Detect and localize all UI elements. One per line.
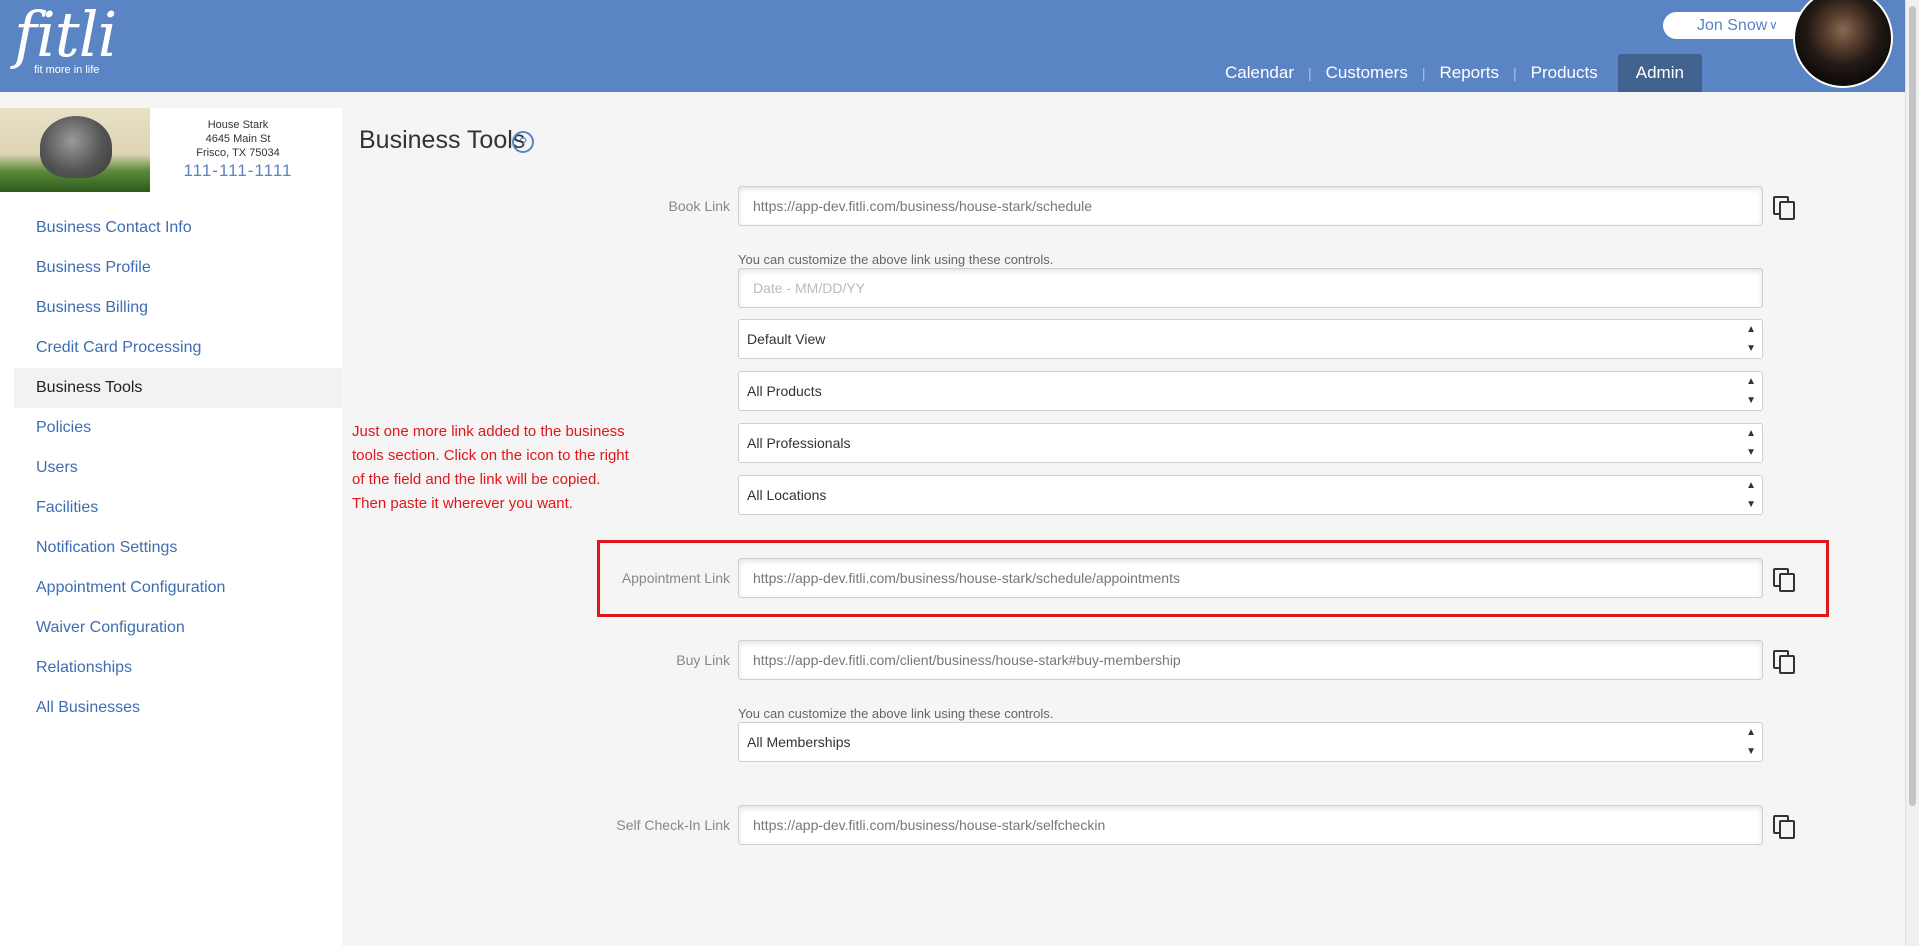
select-arrows-icon: ▲ ▼ — [1746, 480, 1756, 510]
book-link-helper-text: You can customize the above link using t… — [738, 252, 1054, 267]
copy-icon[interactable] — [1773, 196, 1795, 220]
select-arrows-icon: ▲ ▼ — [1746, 324, 1756, 354]
view-select[interactable]: Default View ▲ ▼ — [738, 319, 1763, 359]
annotation-line: Then paste it wherever you want. — [352, 495, 573, 512]
date-input[interactable]: Date - MM/DD/YY — [738, 268, 1763, 308]
top-header: fitli fit more in life Jon Snow ∨ Calend… — [0, 0, 1905, 92]
nav-separator: | — [1513, 65, 1517, 81]
avatar[interactable] — [1793, 0, 1893, 88]
sidebar-item-credit-card-processing[interactable]: Credit Card Processing — [14, 328, 342, 368]
select-arrows-icon: ▲ ▼ — [1746, 376, 1756, 406]
nav-separator: | — [1421, 65, 1426, 81]
memberships-select[interactable]: All Memberships ▲ ▼ — [738, 722, 1763, 762]
buy-link-label: Buy Link — [676, 652, 730, 668]
main-nav: Calendar | Customers | Reports | Product… — [1215, 54, 1702, 92]
scrollbar-thumb[interactable] — [1909, 6, 1916, 806]
chevron-down-icon: ∨ — [1769, 18, 1778, 32]
sidebar-item-users[interactable]: Users — [14, 448, 342, 488]
sidebar-item-business-billing[interactable]: Business Billing — [14, 288, 342, 328]
self-checkin-link-field[interactable]: https://app-dev.fitli.com/business/house… — [738, 805, 1763, 845]
annotation-note: Just one more link added to the business… — [352, 420, 682, 516]
logo-wordmark: fitli — [14, 0, 117, 71]
sidebar-item-business-tools[interactable]: Business Tools — [14, 368, 342, 408]
copy-icon[interactable] — [1773, 568, 1795, 592]
sidebar-item-facilities[interactable]: Facilities — [14, 488, 342, 528]
fitli-logo[interactable]: fitli fit more in life — [14, 0, 117, 77]
business-info: House Stark 4645 Main St Frisco, TX 7503… — [158, 118, 318, 180]
business-name: House Stark — [207, 119, 269, 131]
business-address-line1: 4645 Main St — [205, 133, 271, 145]
business-address-line2: Frisco, TX 75034 — [196, 147, 280, 159]
book-link-field[interactable]: https://app-dev.fitli.com/business/house… — [738, 186, 1763, 226]
copy-icon[interactable] — [1773, 815, 1795, 839]
nav-customers[interactable]: Customers — [1316, 54, 1418, 92]
user-menu-button[interactable]: Jon Snow ∨ — [1663, 12, 1813, 39]
self-checkin-link-label: Self Check-In Link — [616, 817, 730, 833]
professionals-select-value: All Professionals — [747, 435, 851, 451]
admin-sidebar: House Stark 4645 Main St Frisco, TX 7503… — [0, 108, 342, 946]
products-select-value: All Products — [747, 383, 822, 399]
sidebar-menu: Business Contact Info Business Profile B… — [14, 208, 342, 728]
nav-products[interactable]: Products — [1521, 54, 1608, 92]
appointment-link-label: Appointment Link — [621, 570, 730, 586]
annotation-line: of the field and the link will be copied… — [352, 471, 601, 488]
page-scrollbar[interactable] — [1905, 0, 1919, 946]
sidebar-item-relationships[interactable]: Relationships — [14, 648, 342, 688]
page-title: Business Tools — [359, 126, 526, 154]
locations-select[interactable]: All Locations ▲ ▼ — [738, 475, 1763, 515]
annotation-line: Just one more link added to the business — [352, 423, 625, 440]
sidebar-item-all-businesses[interactable]: All Businesses — [14, 688, 342, 728]
memberships-select-value: All Memberships — [747, 734, 851, 750]
sidebar-item-business-profile[interactable]: Business Profile — [14, 248, 342, 288]
sidebar-item-appointment-configuration[interactable]: Appointment Configuration — [14, 568, 342, 608]
business-phone: 111-111-1111 — [183, 161, 293, 180]
select-arrows-icon: ▲ ▼ — [1746, 428, 1756, 458]
select-arrows-icon: ▲ ▼ — [1746, 727, 1756, 757]
nav-reports[interactable]: Reports — [1429, 54, 1509, 92]
help-icon[interactable]: ? — [512, 131, 534, 153]
user-name: Jon Snow — [1697, 17, 1768, 34]
professionals-select[interactable]: All Professionals ▲ ▼ — [738, 423, 1763, 463]
business-logo-image — [0, 108, 150, 192]
sidebar-item-policies[interactable]: Policies — [14, 408, 342, 448]
direwolf-sigil — [40, 116, 112, 178]
nav-admin[interactable]: Admin — [1617, 54, 1702, 92]
book-link-label: Book Link — [668, 198, 730, 214]
buy-link-helper-text: You can customize the above link using t… — [738, 706, 1054, 721]
view-select-value: Default View — [747, 331, 826, 347]
nav-calendar[interactable]: Calendar — [1215, 54, 1304, 92]
nav-separator: | — [1308, 65, 1312, 81]
sidebar-item-waiver-configuration[interactable]: Waiver Configuration — [14, 608, 342, 648]
sidebar-item-business-contact-info[interactable]: Business Contact Info — [14, 208, 342, 248]
appointment-link-field[interactable]: https://app-dev.fitli.com/business/house… — [738, 558, 1763, 598]
logo-tagline: fit more in life — [34, 64, 100, 76]
copy-icon[interactable] — [1773, 650, 1795, 674]
annotation-line: tools section. Click on the icon to the … — [352, 447, 629, 464]
buy-link-field[interactable]: https://app-dev.fitli.com/client/busines… — [738, 640, 1763, 680]
locations-select-value: All Locations — [747, 487, 827, 503]
products-select[interactable]: All Products ▲ ▼ — [738, 371, 1763, 411]
sidebar-item-notification-settings[interactable]: Notification Settings — [14, 528, 342, 568]
